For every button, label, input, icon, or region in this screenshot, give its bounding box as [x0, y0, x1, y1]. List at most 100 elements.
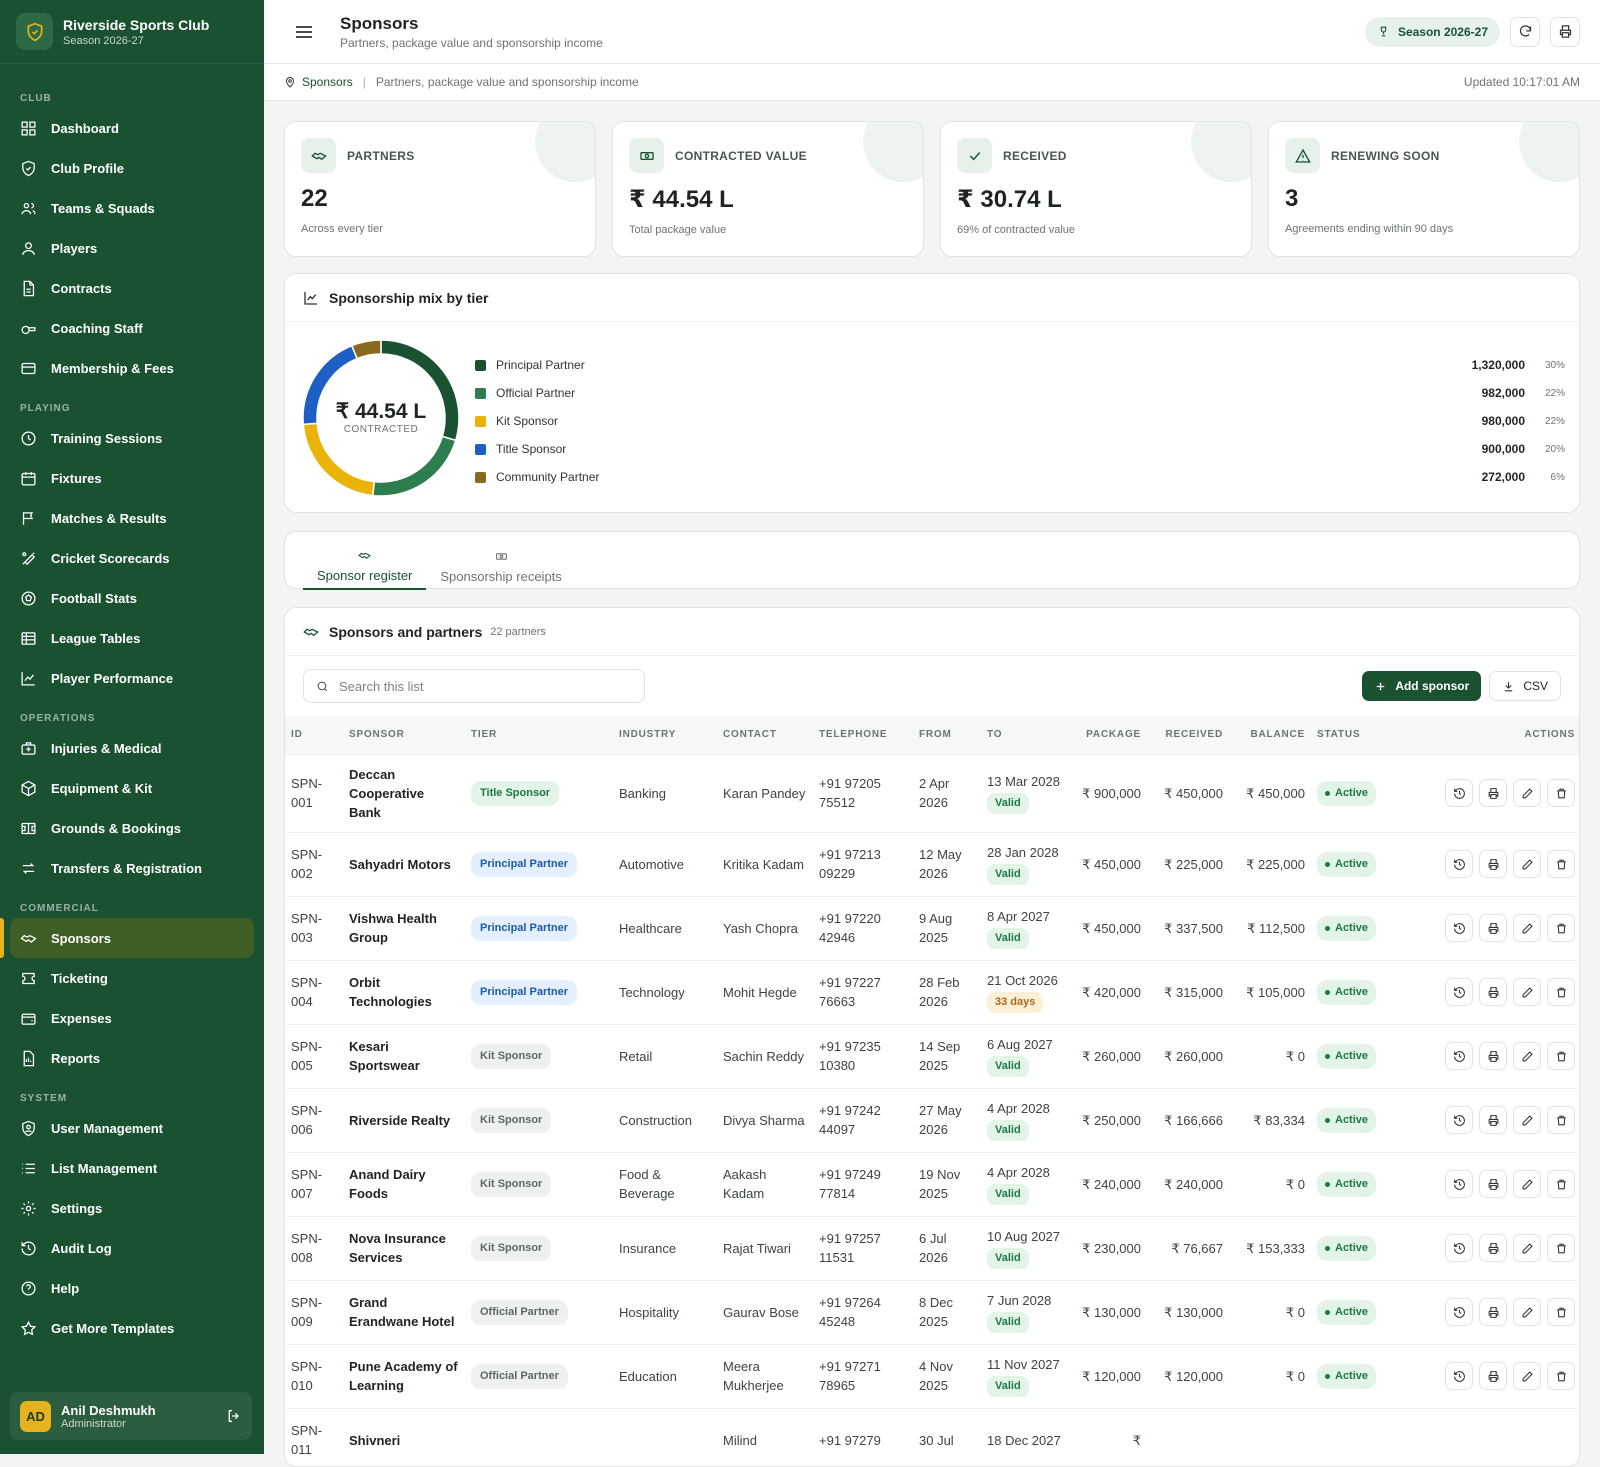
print-row-button[interactable]: [1479, 1170, 1507, 1198]
print-row-button[interactable]: [1479, 914, 1507, 942]
cell-sponsor[interactable]: Vishwa Health Group: [343, 896, 465, 961]
history-button[interactable]: [1445, 1234, 1473, 1262]
sidebar-item-matches-results[interactable]: Matches & Results: [10, 498, 254, 538]
cell-sponsor[interactable]: Deccan Cooperative Bank: [343, 754, 465, 833]
table-row[interactable]: SPN-008 Nova Insurance Services Kit Spon…: [285, 1216, 1579, 1281]
history-button[interactable]: [1445, 914, 1473, 942]
history-button[interactable]: [1445, 1106, 1473, 1134]
cell-sponsor[interactable]: Riverside Realty: [343, 1088, 465, 1153]
table-row[interactable]: SPN-002 Sahyadri Motors Principal Partne…: [285, 832, 1579, 897]
table-row[interactable]: SPN-011 Shivneri Milind +91 97279 30 Jul…: [285, 1408, 1579, 1466]
sidebar-item-injuries-medical[interactable]: Injuries & Medical: [10, 728, 254, 768]
delete-button[interactable]: [1547, 779, 1575, 807]
table-row[interactable]: SPN-005 Kesari Sportswear Kit Sponsor Re…: [285, 1024, 1579, 1089]
breadcrumb-current[interactable]: Sponsors: [302, 75, 353, 89]
sidebar-item-cricket-scorecards[interactable]: Cricket Scorecards: [10, 538, 254, 578]
sidebar-item-help[interactable]: Help: [10, 1268, 254, 1308]
delete-button[interactable]: [1547, 1298, 1575, 1326]
sidebar-item-players[interactable]: Players: [10, 228, 254, 268]
edit-button[interactable]: [1513, 1106, 1541, 1134]
cell-sponsor[interactable]: Kesari Sportswear: [343, 1024, 465, 1089]
table-row[interactable]: SPN-004 Orbit Technologies Principal Par…: [285, 960, 1579, 1025]
delete-button[interactable]: [1547, 978, 1575, 1006]
history-button[interactable]: [1445, 978, 1473, 1006]
sidebar-item-coaching-staff[interactable]: Coaching Staff: [10, 308, 254, 348]
history-button[interactable]: [1445, 1362, 1473, 1390]
sidebar-item-audit-log[interactable]: Audit Log: [10, 1228, 254, 1268]
sidebar-item-grounds-bookings[interactable]: Grounds & Bookings: [10, 808, 254, 848]
sidebar-item-training-sessions[interactable]: Training Sessions: [10, 418, 254, 458]
sidebar-item-contracts[interactable]: Contracts: [10, 268, 254, 308]
sidebar-item-teams-squads[interactable]: Teams & Squads: [10, 188, 254, 228]
csv-export-button[interactable]: CSV: [1489, 671, 1561, 701]
cell-sponsor[interactable]: Grand Erandwane Hotel: [343, 1280, 465, 1345]
history-button[interactable]: [1445, 1042, 1473, 1070]
edit-button[interactable]: [1513, 914, 1541, 942]
print-row-button[interactable]: [1479, 779, 1507, 807]
refresh-button[interactable]: [1510, 16, 1540, 47]
sidebar-item-get-more-templates[interactable]: Get More Templates: [10, 1308, 254, 1348]
sidebar-item-equipment-kit[interactable]: Equipment & Kit: [10, 768, 254, 808]
sidebar-item-reports[interactable]: Reports: [10, 1038, 254, 1078]
history-button[interactable]: [1445, 850, 1473, 878]
edit-button[interactable]: [1513, 779, 1541, 807]
delete-button[interactable]: [1547, 1170, 1575, 1198]
sidebar-item-player-performance[interactable]: Player Performance: [10, 658, 254, 698]
table-row[interactable]: SPN-001 Deccan Cooperative Bank Title Sp…: [285, 754, 1579, 833]
sidebar-item-dashboard[interactable]: Dashboard: [10, 108, 254, 148]
sidebar-item-league-tables[interactable]: League Tables: [10, 618, 254, 658]
user-card[interactable]: AD Anil Deshmukh Administrator: [10, 1392, 252, 1440]
sidebar-item-ticketing[interactable]: Ticketing: [10, 958, 254, 998]
sidebar-item-expenses[interactable]: Expenses: [10, 998, 254, 1038]
print-row-button[interactable]: [1479, 1042, 1507, 1070]
logout-icon[interactable]: [226, 1408, 242, 1424]
print-button[interactable]: [1550, 16, 1580, 47]
sidebar-item-club-profile[interactable]: Club Profile: [10, 148, 254, 188]
delete-button[interactable]: [1547, 914, 1575, 942]
table-row[interactable]: SPN-003 Vishwa Health Group Principal Pa…: [285, 896, 1579, 961]
sidebar-item-list-management[interactable]: List Management: [10, 1148, 254, 1188]
sidebar-item-sponsors[interactable]: Sponsors: [10, 918, 254, 958]
tab-sponsorship-receipts[interactable]: Sponsorship receipts: [426, 544, 575, 590]
menu-icon[interactable]: [292, 20, 316, 44]
delete-button[interactable]: [1547, 1042, 1575, 1070]
history-button[interactable]: [1445, 1298, 1473, 1326]
print-row-button[interactable]: [1479, 1106, 1507, 1134]
edit-button[interactable]: [1513, 1362, 1541, 1390]
cell-sponsor[interactable]: Anand Dairy Foods: [343, 1152, 465, 1217]
sidebar-item-membership-fees[interactable]: Membership & Fees: [10, 348, 254, 388]
cell-sponsor[interactable]: Sahyadri Motors: [343, 832, 465, 897]
edit-button[interactable]: [1513, 1042, 1541, 1070]
print-row-button[interactable]: [1479, 1234, 1507, 1262]
edit-button[interactable]: [1513, 1298, 1541, 1326]
print-row-button[interactable]: [1479, 978, 1507, 1006]
print-row-button[interactable]: [1479, 850, 1507, 878]
history-button[interactable]: [1445, 779, 1473, 807]
edit-button[interactable]: [1513, 1170, 1541, 1198]
season-selector[interactable]: Season 2026-27: [1364, 16, 1500, 47]
edit-button[interactable]: [1513, 1234, 1541, 1262]
table-row[interactable]: SPN-009 Grand Erandwane Hotel Official P…: [285, 1280, 1579, 1345]
cell-sponsor[interactable]: Nova Insurance Services: [343, 1216, 465, 1281]
table-row[interactable]: SPN-006 Riverside Realty Kit Sponsor Con…: [285, 1088, 1579, 1153]
history-button[interactable]: [1445, 1170, 1473, 1198]
cell-sponsor[interactable]: Orbit Technologies: [343, 960, 465, 1025]
add-sponsor-button[interactable]: Add sponsor: [1362, 671, 1482, 701]
print-row-button[interactable]: [1479, 1298, 1507, 1326]
delete-button[interactable]: [1547, 1234, 1575, 1262]
search-input[interactable]: Search this list: [303, 669, 645, 703]
cell-sponsor[interactable]: Pune Academy of Learning: [343, 1344, 465, 1409]
sidebar-item-football-stats[interactable]: Football Stats: [10, 578, 254, 618]
edit-button[interactable]: [1513, 850, 1541, 878]
print-row-button[interactable]: [1479, 1362, 1507, 1390]
tab-sponsor-register[interactable]: Sponsor register: [303, 544, 427, 590]
delete-button[interactable]: [1547, 850, 1575, 878]
sidebar-item-transfers-registration[interactable]: Transfers & Registration: [10, 848, 254, 888]
sidebar-item-fixtures[interactable]: Fixtures: [10, 458, 254, 498]
edit-button[interactable]: [1513, 978, 1541, 1006]
sidebar-item-user-management[interactable]: User Management: [10, 1108, 254, 1148]
table-row[interactable]: SPN-007 Anand Dairy Foods Kit Sponsor Fo…: [285, 1152, 1579, 1217]
cell-sponsor[interactable]: Shivneri: [343, 1408, 465, 1466]
table-row[interactable]: SPN-010 Pune Academy of Learning Officia…: [285, 1344, 1579, 1409]
delete-button[interactable]: [1547, 1106, 1575, 1134]
